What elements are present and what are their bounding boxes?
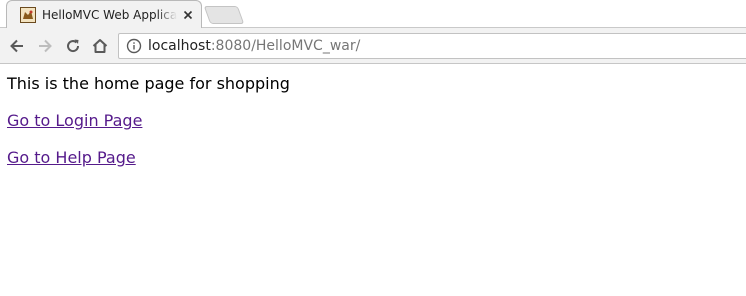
forward-button[interactable] xyxy=(34,35,56,57)
info-icon[interactable] xyxy=(126,38,142,54)
reload-button[interactable] xyxy=(62,35,84,57)
back-button[interactable] xyxy=(6,35,28,57)
address-bar[interactable]: localhost:8080/HelloMVC_war/ xyxy=(118,33,746,59)
reload-icon xyxy=(67,39,80,53)
forward-arrow-icon xyxy=(39,39,52,53)
url-text: localhost:8080/HelloMVC_war/ xyxy=(148,38,360,54)
close-icon[interactable] xyxy=(181,8,195,22)
url-host: localhost xyxy=(148,38,211,54)
login-page-link[interactable]: Go to Login Page xyxy=(7,111,142,130)
back-arrow-icon xyxy=(10,39,23,53)
intro-text: This is the home page for shopping xyxy=(7,74,290,93)
home-button[interactable] xyxy=(89,35,111,57)
tab-title: HelloMVC Web Application xyxy=(42,7,177,22)
home-icon xyxy=(92,39,108,53)
help-link-paragraph: Go to Help Page xyxy=(7,148,136,167)
browser-tab[interactable]: HelloMVC Web Application xyxy=(6,0,202,28)
login-link-paragraph: Go to Login Page xyxy=(7,111,142,130)
page-content: This is the home page for shopping Go to… xyxy=(7,64,746,296)
browser-toolbar: localhost:8080/HelloMVC_war/ xyxy=(0,28,746,64)
help-page-link[interactable]: Go to Help Page xyxy=(7,148,136,167)
tomcat-favicon-icon xyxy=(20,6,36,23)
url-path: :8080/HelloMVC_war/ xyxy=(210,38,361,54)
new-tab-button[interactable] xyxy=(203,6,245,24)
tab-strip: HelloMVC Web Application xyxy=(0,0,746,28)
